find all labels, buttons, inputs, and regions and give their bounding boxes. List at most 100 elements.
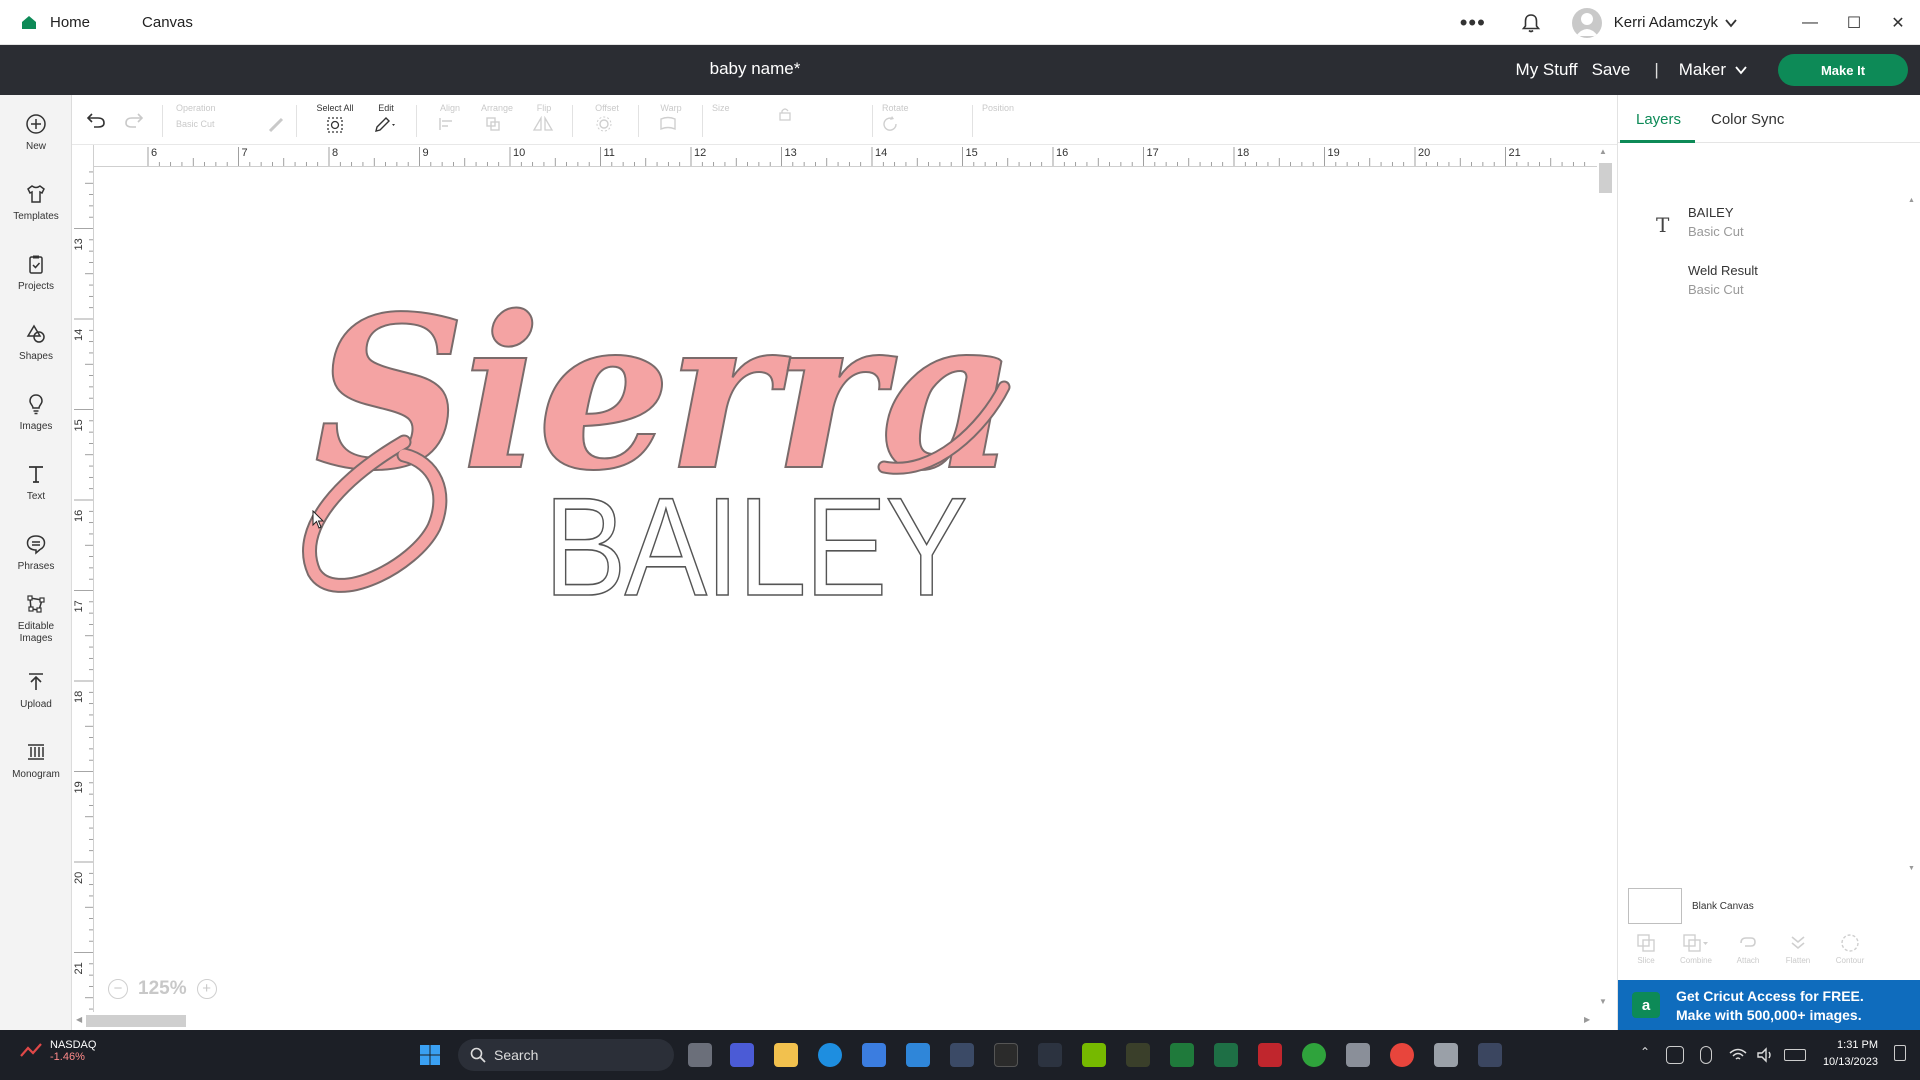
edge-browser-icon[interactable] [818,1043,842,1067]
sidebar-item-images[interactable]: Images [0,385,72,445]
epic-games-icon[interactable] [994,1043,1018,1067]
sidebar-item-shapes[interactable]: Shapes [0,315,72,375]
promo-line-2: Make with 500,000+ images. [1676,1007,1862,1023]
file-explorer-icon[interactable] [774,1043,798,1067]
sidebar-item-label: Text [26,491,46,502]
upload-icon [29,673,43,690]
machine-select[interactable]: Maker [1679,60,1726,80]
sidebar-item-projects[interactable]: Projects [0,245,72,305]
sidebar-item-templates[interactable]: Templates [0,175,72,235]
panel-scroll-down-icon[interactable]: ▼ [1908,865,1915,872]
chevron-down-icon[interactable] [1734,63,1748,77]
clock-date: 10/13/2023 [1822,1056,1878,1068]
edit-button[interactable]: Edit [366,95,406,145]
spreadsheet-app-icon[interactable] [1214,1043,1238,1067]
sidebar-item-upload[interactable]: Upload [0,663,72,723]
make-it-button[interactable]: Make It [1778,54,1908,86]
my-stuff-link[interactable]: My Stuff [1516,60,1578,80]
user-name[interactable]: Kerri Adamczyk [1614,14,1718,31]
sidebar-item-text[interactable]: Text [0,455,72,515]
teams-icon[interactable] [730,1043,754,1067]
offset-caption: Offset [595,103,619,113]
sidebar-item-label: Templates [13,211,59,222]
game-launcher-icon[interactable] [1126,1043,1150,1067]
bailey-text[interactable]: BAILEY [544,485,969,605]
monogram-icon [28,744,44,760]
ruler-label: 16 [73,510,85,522]
toolbar-divider [702,105,703,137]
sidebar-item-phrases[interactable]: Phrases [0,525,72,585]
select-all-button[interactable]: Select All [312,95,358,145]
scroll-up-icon[interactable]: ▲ [1599,147,1607,156]
nvidia-icon[interactable] [1082,1043,1106,1067]
blank-canvas-layer[interactable]: Blank Canvas [1628,888,1754,924]
operation-value: Basic Cut [176,119,215,129]
maximize-button[interactable]: ☐ [1832,0,1876,45]
vertical-scrollbar[interactable]: ▲ ▼ [1597,145,1617,1030]
scroll-right-icon[interactable]: ▶ [1584,1015,1590,1024]
steam-icon[interactable] [950,1043,974,1067]
sidebar-item-label: New [25,141,46,152]
notifications-icon[interactable] [1894,1045,1906,1061]
zoom-in-button[interactable]: + [196,979,217,999]
battery-icon[interactable] [1784,1049,1806,1061]
flatten-icon [1791,936,1805,950]
home-link[interactable]: Home [50,14,90,31]
active-tab-indicator [1620,140,1695,143]
taskbar-clock[interactable]: 1:31 PM 10/13/2023 [1823,1037,1878,1071]
windows-start-icon[interactable] [418,1043,442,1067]
cricut-app-icon[interactable] [1434,1043,1458,1067]
vertical-scroll-thumb[interactable] [1599,163,1612,193]
minimize-button[interactable]: — [1788,0,1832,45]
cloud-app-icon[interactable] [1038,1043,1062,1067]
mail-icon[interactable] [906,1043,930,1067]
canvas-link[interactable]: Canvas [142,14,193,31]
taskbar-search[interactable]: Search [458,1039,674,1071]
sierra-script-text[interactable]: Sierra [313,269,1017,518]
wifi-icon[interactable] [1728,1046,1748,1064]
cricut-access-promo[interactable]: a Get Cricut Access for FREE. Make with … [1618,980,1920,1030]
more-options-icon[interactable]: ••• [1460,11,1486,33]
scroll-down-icon[interactable]: ▼ [1599,997,1607,1006]
panel-scroll-up-icon[interactable]: ▲ [1908,197,1915,204]
task-view-icon[interactable] [688,1043,712,1067]
close-button[interactable]: ✕ [1876,0,1920,45]
home-logo-icon[interactable] [20,13,38,31]
horizontal-scrollbar[interactable]: ◀ ▶ [72,1012,1597,1030]
rotate-caption: Rotate [882,103,909,113]
ruler-label: 17 [73,600,85,612]
volume-icon[interactable] [1756,1046,1776,1064]
sidebar-item-new[interactable]: New [0,105,72,165]
microphone-icon[interactable] [1700,1046,1712,1064]
sidebar-item-monogram[interactable]: Monogram [0,733,72,793]
snipping-tool-icon[interactable] [1478,1043,1502,1067]
undo-icon[interactable] [86,111,106,129]
notification-bell-icon[interactable] [1520,12,1542,34]
layer-item-bailey[interactable]: T BAILEY Basic Cut [1618,205,1918,251]
chevron-up-icon[interactable]: ⌃ [1640,1045,1650,1059]
attach-caption: Attach [1736,956,1760,965]
ruler-label: 7 [242,147,248,159]
box-app-icon[interactable] [1346,1043,1370,1067]
microsoft-store-icon[interactable] [862,1043,886,1067]
save-link[interactable]: Save [1592,60,1631,80]
zoom-out-button[interactable]: − [108,979,128,999]
chrome-icon[interactable] [1390,1043,1414,1067]
scroll-left-icon[interactable]: ◀ [76,1015,82,1024]
project-title[interactable]: baby name* [0,59,1510,79]
search-label: Search [494,1047,539,1063]
red-app-icon[interactable] [1258,1043,1282,1067]
tab-layers[interactable]: Layers [1636,111,1681,128]
design-canvas[interactable]: Sierra BAILEY [94,167,1597,1020]
sync-icon[interactable] [1666,1046,1684,1064]
user-avatar[interactable] [1571,7,1602,38]
bailey-outline-design[interactable]: BAILEY [544,485,984,605]
stock-widget[interactable]: NASDAQ -1.46% [18,1038,96,1064]
excel-icon[interactable] [1170,1043,1194,1067]
chevron-down-icon[interactable] [1724,16,1738,30]
horizontal-scroll-thumb[interactable] [86,1015,186,1027]
layer-item-weld-result[interactable]: Weld Result Basic Cut [1618,263,1918,309]
xbox-icon[interactable] [1302,1043,1326,1067]
sidebar-item-editable-images[interactable]: Editable Images [0,585,72,660]
tab-color-sync[interactable]: Color Sync [1711,111,1784,128]
